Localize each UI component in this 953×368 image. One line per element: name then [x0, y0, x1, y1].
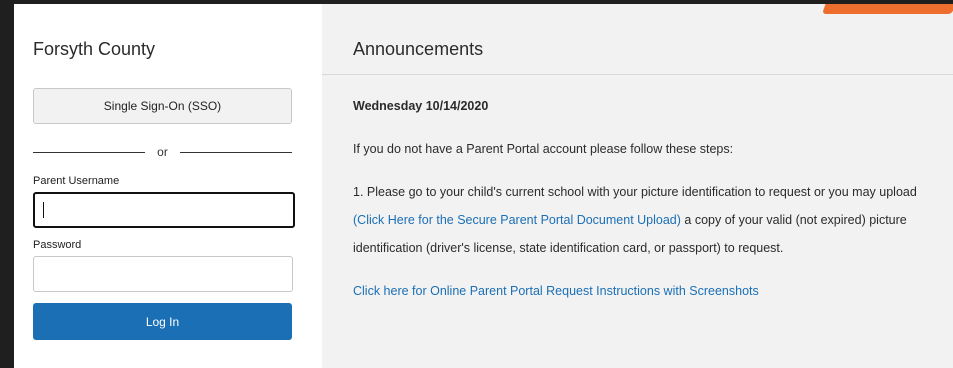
sso-button[interactable]: Single Sign-On (SSO)	[33, 88, 292, 124]
announcement-date: Wednesday 10/14/2020	[353, 99, 489, 113]
app-frame: Forsyth County Single Sign-On (SSO) or P…	[14, 4, 953, 368]
username-label: Parent Username	[33, 175, 120, 187]
step1-text-pre: 1. Please go to your child's current sch…	[353, 185, 917, 199]
divider-text: or	[157, 145, 168, 159]
login-button[interactable]: Log In	[33, 303, 292, 340]
document-upload-link[interactable]: (Click Here for the Secure Parent Portal…	[353, 213, 681, 227]
or-divider: or	[33, 145, 293, 159]
text-caret	[43, 202, 44, 218]
login-panel: Forsyth County Single Sign-On (SSO) or P…	[14, 4, 322, 368]
announcement-intro: If you do not have a Parent Portal accou…	[353, 142, 734, 156]
instructions-link[interactable]: Click here for Online Parent Portal Requ…	[353, 284, 759, 298]
announcements-panel: Announcements Wednesday 10/14/2020 If yo…	[322, 4, 953, 368]
announcement-step-1: 1. Please go to your child's current sch…	[353, 178, 933, 262]
announcement-body: Wednesday 10/14/2020 If you do not have …	[353, 92, 933, 320]
divider-line-right	[179, 151, 293, 153]
password-field[interactable]	[33, 256, 293, 292]
announcement-instructions: Click here for Online Parent Portal Requ…	[353, 277, 933, 305]
divider-line-left	[33, 151, 146, 153]
password-label: Password	[33, 239, 82, 251]
announcements-header: Announcements	[322, 4, 953, 75]
username-field[interactable]	[33, 192, 295, 228]
district-name: Forsyth County	[33, 39, 156, 59]
announcements-title: Announcements	[353, 39, 484, 59]
